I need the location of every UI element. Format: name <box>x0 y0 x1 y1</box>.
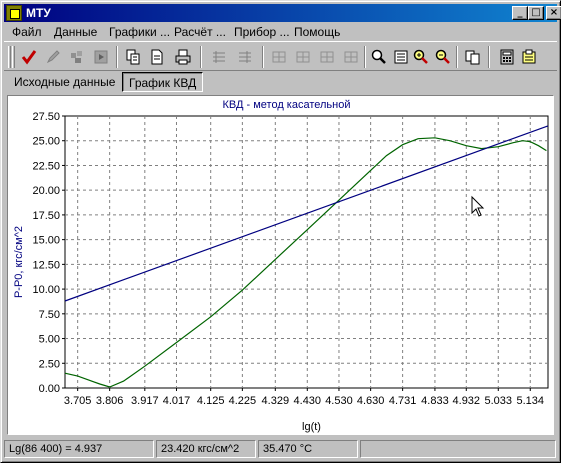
toolbar-separator <box>488 46 490 68</box>
zoom-in-icon[interactable] <box>410 46 432 68</box>
y-tick-label: 12.50 <box>32 259 60 271</box>
grid-add-icon[interactable] <box>208 46 230 68</box>
y-tick-label: 20.00 <box>32 185 60 197</box>
window-title: МТУ <box>26 6 51 20</box>
tab-strip: Исходные данные График КВД <box>4 71 557 95</box>
y-tick-label: 17.50 <box>32 210 60 222</box>
check-icon[interactable] <box>18 46 40 68</box>
x-tick-label: 5.134 <box>516 395 544 407</box>
toolbar-separator <box>116 46 118 68</box>
print-icon[interactable] <box>172 46 194 68</box>
status-pressure: 23.420 кгс/см^2 <box>156 440 256 458</box>
app-icon[interactable] <box>6 5 22 21</box>
y-tick-label: 2.50 <box>39 358 60 370</box>
x-tick-label: 4.430 <box>294 395 322 407</box>
toolbar-separator <box>200 46 202 68</box>
copy-pages-icon[interactable] <box>462 46 484 68</box>
x-tick-label: 4.833 <box>421 395 449 407</box>
y-tick-label: 5.00 <box>39 334 60 346</box>
x-tick-label: 3.705 <box>64 395 92 407</box>
y-tick-label: 27.50 <box>32 111 60 123</box>
status-lg-value: Lg(86 400) = 4.937 <box>4 440 154 458</box>
calculator-icon[interactable] <box>496 46 518 68</box>
y-tick-label: 7.50 <box>39 309 60 321</box>
table3-icon[interactable] <box>316 46 338 68</box>
export-icon[interactable] <box>518 46 540 68</box>
y-axis-label: P-P0, кгс/см^2 <box>13 226 25 298</box>
toolbar-separator <box>456 46 458 68</box>
menu-graphs[interactable]: Графики ... <box>109 25 170 39</box>
copy-icon[interactable] <box>122 46 144 68</box>
x-tick-label: 4.530 <box>325 395 353 407</box>
menu-data[interactable]: Данные <box>54 25 97 39</box>
table1-icon[interactable] <box>268 46 290 68</box>
status-bar: Lg(86 400) = 4.937 23.420 кгс/см^2 35.47… <box>4 438 557 459</box>
menu-calc[interactable]: Расчёт ... <box>174 25 226 39</box>
x-tick-label: 4.630 <box>357 395 385 407</box>
menu-file[interactable]: Файл <box>12 25 42 39</box>
y-tick-label: 0.00 <box>39 383 60 395</box>
table2-icon[interactable] <box>292 46 314 68</box>
tab-source-data[interactable]: Исходные данные <box>8 72 121 92</box>
close-button[interactable]: × <box>546 6 561 20</box>
app-window: МТУ _ □ × Файл Данные Графики ... Расчёт… <box>0 0 561 463</box>
x-tick-label: 4.731 <box>389 395 417 407</box>
toolbar-grip[interactable] <box>8 46 11 68</box>
plot-frame <box>64 115 549 389</box>
menu-help[interactable]: Помощь <box>294 25 340 39</box>
toolbar <box>4 41 557 71</box>
toolbar-grip[interactable] <box>12 46 15 68</box>
x-tick-label: 5.033 <box>485 395 513 407</box>
edit-icon[interactable] <box>42 46 64 68</box>
chart-panel[interactable]: 0.00 2.50 5.00 7.50 10.00 12.50 15.00 17.50 20.0… <box>7 95 554 435</box>
x-tick-label: 4.125 <box>197 395 225 407</box>
title-bar[interactable]: МТУ _ □ × <box>4 4 561 22</box>
x-axis-label: lg(t) <box>302 421 321 433</box>
chart[interactable]: 0.00 2.50 5.00 7.50 10.00 12.50 15.00 17.50 20.0… <box>8 96 553 434</box>
list-icon[interactable] <box>390 46 412 68</box>
table4-icon[interactable] <box>340 46 362 68</box>
maximize-button[interactable]: □ <box>528 6 544 20</box>
play-icon[interactable] <box>90 46 112 68</box>
puzzle-icon[interactable] <box>66 46 88 68</box>
x-tick-label: 4.225 <box>229 395 257 407</box>
status-temperature: 35.470 °C <box>258 440 358 458</box>
x-tick-label: 4.329 <box>262 395 290 407</box>
y-tick-label: 22.50 <box>32 160 60 172</box>
minimize-button[interactable]: _ <box>512 6 528 20</box>
y-tick-label: 10.00 <box>32 284 60 296</box>
x-tick-label: 3.917 <box>131 395 159 407</box>
menu-device[interactable]: Прибор ... <box>234 25 290 39</box>
document-icon[interactable] <box>146 46 168 68</box>
toolbar-separator <box>364 46 366 68</box>
x-tick-label: 3.806 <box>96 395 124 407</box>
chart-title: КВД - метод касательной <box>222 99 350 111</box>
menu-bar: Файл Данные Графики ... Расчёт ... Прибо… <box>4 23 557 41</box>
y-tick-label: 15.00 <box>32 235 60 247</box>
status-empty <box>360 440 556 458</box>
zoom-out-icon[interactable] <box>432 46 454 68</box>
y-tick-label: 25.00 <box>32 136 60 148</box>
toolbar-separator <box>262 46 264 68</box>
grid-list-icon[interactable] <box>234 46 256 68</box>
x-tick-label: 4.932 <box>453 395 481 407</box>
tab-kvd-graph[interactable]: График КВД <box>122 72 204 92</box>
x-tick-label: 4.017 <box>163 395 191 407</box>
zoom-fit-icon[interactable] <box>368 46 390 68</box>
